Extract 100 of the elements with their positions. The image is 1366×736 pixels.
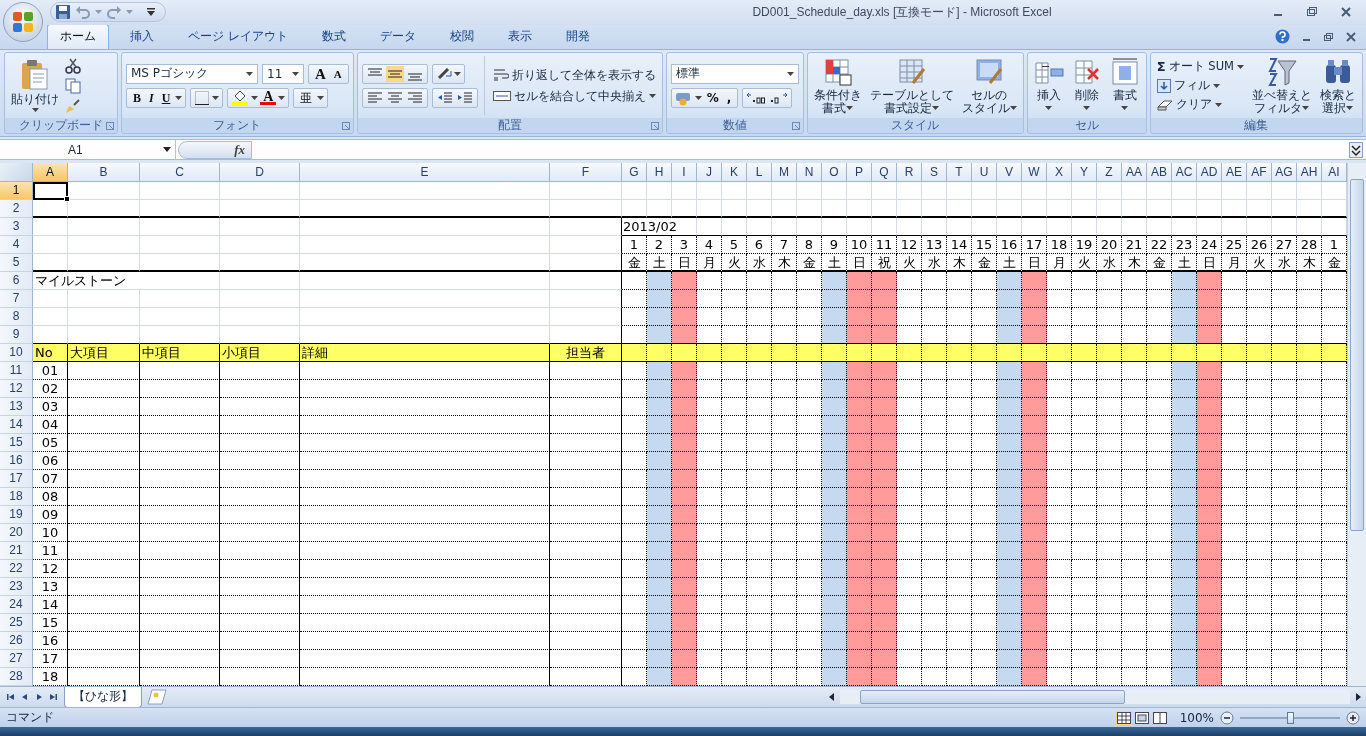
style-button[interactable]: 条件付き 書式 <box>811 56 864 115</box>
insert-function-button[interactable]: fx <box>234 141 245 158</box>
merge-center-button[interactable]: セルを結合して中央揃え <box>490 87 658 105</box>
column-header[interactable]: P <box>847 163 872 183</box>
row-header[interactable]: 23 <box>0 578 33 597</box>
row-header[interactable]: 9 <box>0 326 33 345</box>
row-header[interactable]: 2 <box>0 200 33 219</box>
column-header[interactable]: D <box>220 163 300 183</box>
style-button[interactable]: セルの スタイル <box>959 56 1019 115</box>
column-header[interactable]: H <box>647 163 672 183</box>
cell-button[interactable]: 書式 <box>1107 56 1142 115</box>
wrap-text-button[interactable]: 折り返して全体を表示する <box>490 66 658 84</box>
row-header[interactable]: 21 <box>0 542 33 561</box>
bold-button[interactable]: B <box>130 89 144 106</box>
font-size-dropdown[interactable]: 11 <box>262 63 304 84</box>
row-header[interactable]: 10 <box>0 344 33 363</box>
column-header[interactable]: L <box>747 163 772 183</box>
ribbon-tab[interactable]: データ <box>366 23 429 49</box>
cell-button[interactable]: 挿入 <box>1031 56 1066 115</box>
row-header[interactable]: 14 <box>0 416 33 435</box>
column-header[interactable]: Y <box>1072 163 1097 183</box>
column-header[interactable]: T <box>947 163 972 183</box>
row-header[interactable]: 4 <box>0 236 33 255</box>
column-header[interactable]: E <box>300 163 550 183</box>
column-header[interactable]: O <box>822 163 847 183</box>
column-header[interactable]: R <box>897 163 922 183</box>
row-header[interactable]: 27 <box>0 650 33 669</box>
ribbon-tab[interactable]: 校閲 <box>436 23 487 49</box>
font-name-dropdown[interactable]: MS Pゴシック <box>126 63 258 84</box>
column-header[interactable]: X <box>1047 163 1072 183</box>
row-header[interactable]: 22 <box>0 560 33 579</box>
row-header[interactable]: 13 <box>0 398 33 417</box>
column-header[interactable]: Q <box>872 163 897 183</box>
ribbon-tab[interactable]: 数式 <box>308 23 359 49</box>
italic-button[interactable]: I <box>146 89 157 106</box>
row-header[interactable]: 12 <box>0 380 33 399</box>
row-header[interactable]: 15 <box>0 434 33 453</box>
find-select-button[interactable]: 検索と 選択 <box>1318 56 1358 115</box>
ribbon-tab[interactable]: ページ レイアウト <box>175 23 301 49</box>
number-format-dropdown[interactable]: 標準 <box>670 63 799 84</box>
style-button[interactable]: テーブルとして 書式設定 <box>867 56 956 115</box>
cell-button[interactable]: 削除 <box>1069 56 1104 115</box>
column-header[interactable]: B <box>68 163 140 183</box>
percent-button[interactable]: % <box>703 89 722 106</box>
column-header[interactable]: W <box>1022 163 1047 183</box>
column-header[interactable]: F <box>550 163 622 183</box>
row-header[interactable]: 18 <box>0 488 33 507</box>
column-header[interactable]: AA <box>1122 163 1147 183</box>
row-header[interactable]: 16 <box>0 452 33 471</box>
ribbon-tab[interactable]: 挿入 <box>117 23 167 49</box>
column-header[interactable]: G <box>622 163 647 183</box>
autosum-button[interactable]: Σ オート SUM <box>1154 58 1246 75</box>
column-header[interactable]: AI <box>1322 163 1347 183</box>
column-header[interactable]: A <box>33 163 68 183</box>
row-header[interactable]: 11 <box>0 362 33 381</box>
column-header[interactable]: M <box>772 163 797 183</box>
row-header[interactable]: 3 <box>0 218 33 237</box>
fill-button[interactable]: フィル <box>1154 77 1246 94</box>
column-header[interactable]: AH <box>1297 163 1322 183</box>
row-header[interactable]: 20 <box>0 524 33 543</box>
underline-button[interactable]: U <box>158 89 174 106</box>
column-header[interactable]: K <box>722 163 747 183</box>
ribbon-tab[interactable]: ホーム <box>47 23 109 49</box>
column-header[interactable]: I <box>672 163 697 183</box>
sheet-tab[interactable]: 【ひな形】 <box>64 686 142 708</box>
row-header[interactable]: 8 <box>0 308 33 327</box>
row-header[interactable]: 7 <box>0 290 33 309</box>
column-header[interactable]: J <box>697 163 722 183</box>
row-header[interactable]: 6 <box>0 272 33 291</box>
column-header[interactable]: AE <box>1222 163 1247 183</box>
comma-button[interactable]: , <box>723 89 735 106</box>
column-header[interactable]: U <box>972 163 997 183</box>
column-header[interactable]: N <box>797 163 822 183</box>
font-color-button[interactable]: A <box>260 90 277 105</box>
row-header[interactable]: 25 <box>0 614 33 633</box>
row-header[interactable]: 28 <box>0 668 33 687</box>
row-header[interactable]: 5 <box>0 254 33 273</box>
sort-filter-button[interactable]: 並べ替えと フィルタ <box>1250 56 1314 115</box>
row-header[interactable]: 17 <box>0 470 33 489</box>
column-header[interactable]: C <box>140 163 220 183</box>
zoom-level[interactable]: 100% <box>1179 710 1214 725</box>
column-header[interactable]: V <box>997 163 1022 183</box>
row-header[interactable]: 26 <box>0 632 33 651</box>
column-header[interactable]: AC <box>1172 163 1197 183</box>
name-box[interactable]: A1 <box>0 140 176 160</box>
ribbon-tab[interactable]: 表示 <box>494 23 545 49</box>
grow-font-button[interactable]: A <box>312 65 329 82</box>
row-header[interactable]: 19 <box>0 506 33 525</box>
row-header[interactable]: 24 <box>0 596 33 615</box>
column-header[interactable]: AG <box>1272 163 1297 183</box>
column-header[interactable]: S <box>922 163 947 183</box>
clear-button[interactable]: クリア <box>1154 96 1246 113</box>
column-header[interactable]: AB <box>1147 163 1172 183</box>
paste-button[interactable]: 貼り付け <box>9 59 61 112</box>
column-header[interactable]: AF <box>1247 163 1272 183</box>
column-header[interactable]: AD <box>1197 163 1222 183</box>
ribbon-tab[interactable]: 開発 <box>552 23 603 49</box>
column-header[interactable]: Z <box>1097 163 1122 183</box>
row-header[interactable]: 1 <box>0 182 33 201</box>
shrink-font-button[interactable]: A <box>330 65 345 82</box>
